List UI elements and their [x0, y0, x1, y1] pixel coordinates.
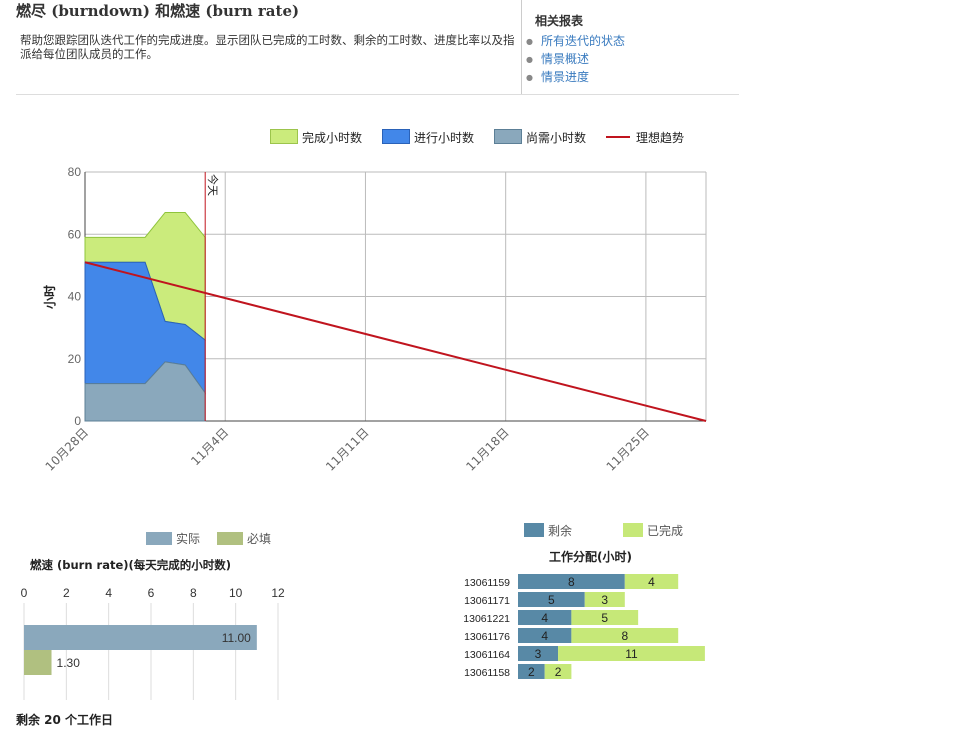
burn-rate-value-label: 11.00: [222, 631, 251, 645]
work-member-label: 13061159: [464, 577, 510, 589]
work-member-label: 13061171: [464, 595, 510, 607]
charts-canvas: 0 20 40 60 80 10月28日 11月4日 11月11日 11月18日 11月25日 小时…: [21, 165, 707, 700]
x-tick-label: 11月25日: [604, 425, 652, 473]
work-done-label: 3: [601, 593, 608, 607]
y-tick-label: 60: [68, 227, 82, 241]
burn-rate-tick-label: 6: [148, 586, 155, 600]
burn-rate-tick-label: 0: [21, 586, 28, 600]
work-done-label: 8: [621, 629, 628, 643]
work-remaining-label: 2: [528, 665, 535, 679]
work-remaining-label: 5: [548, 593, 555, 607]
work-done-label: 2: [555, 665, 562, 679]
x-tick-label: 10月28日: [43, 425, 91, 473]
today-label: 今天: [206, 174, 220, 196]
y-tick-label: 40: [68, 290, 82, 304]
y-axis-label: 小时: [42, 285, 57, 309]
x-tick-label: 11月4日: [188, 425, 231, 468]
y-tick-label: 80: [68, 165, 82, 179]
burn-rate-tick-label: 2: [63, 586, 70, 600]
work-member-label: 13061158: [464, 667, 510, 679]
work-done-label: 5: [601, 611, 608, 625]
work-member-label: 13061176: [464, 631, 510, 643]
work-member-label: 13061221: [463, 613, 510, 625]
y-tick-label: 20: [68, 352, 82, 366]
work-done-label: 4: [648, 575, 655, 589]
work-remaining-label: 3: [535, 647, 542, 661]
x-tick-label: 11月11日: [323, 425, 371, 473]
work-remaining-label: 4: [541, 629, 548, 643]
burn-rate-tick-label: 12: [271, 586, 285, 600]
work-remaining-label: 4: [541, 611, 548, 625]
burn-rate-tick-label: 10: [229, 586, 243, 600]
work-done-label: 11: [625, 647, 638, 661]
x-tick-label: 11月18日: [463, 425, 511, 473]
work-member-label: 13061164: [464, 649, 510, 661]
burn-rate-value-label: 1.30: [57, 656, 81, 670]
burn-rate-tick-label: 4: [105, 586, 112, 600]
burn-rate-bar: [24, 650, 52, 675]
burn-rate-tick-label: 8: [190, 586, 197, 600]
work-remaining-label: 8: [568, 575, 575, 589]
